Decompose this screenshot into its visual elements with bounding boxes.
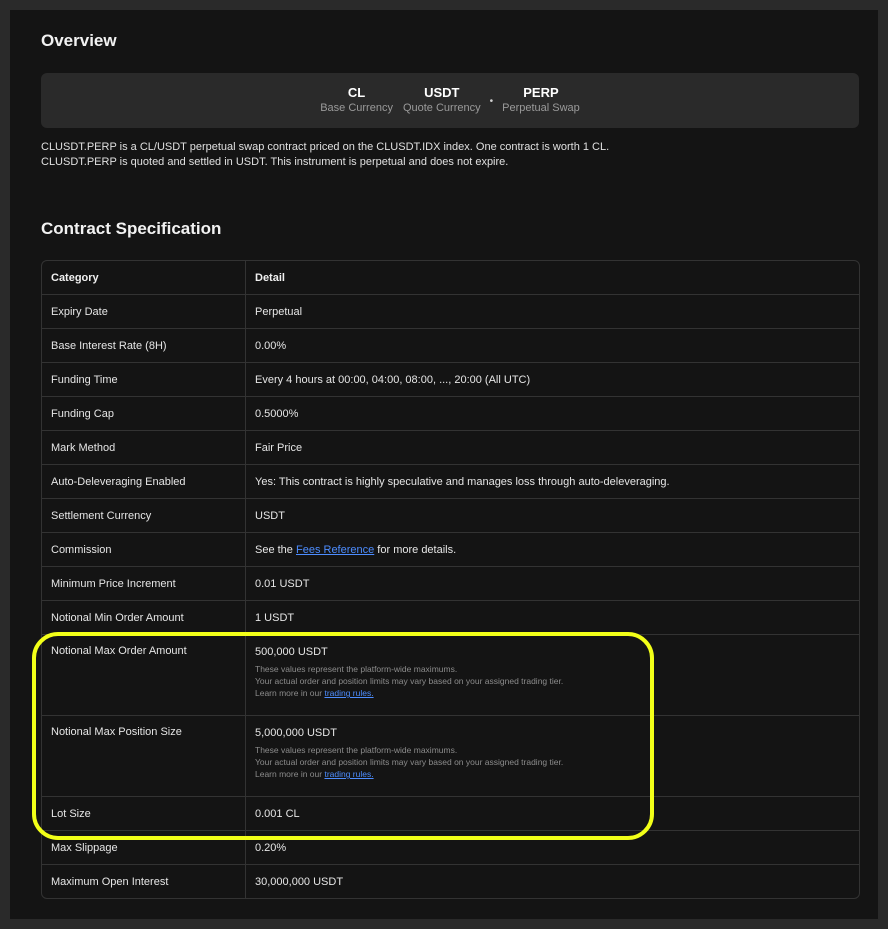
row-category: Mark Method <box>42 431 246 464</box>
max-position-value: 5,000,000 USDT <box>255 727 337 739</box>
row-detail: Fair Price <box>255 441 303 454</box>
table-row: Funding Time Every 4 hours at 00:00, 04:… <box>42 362 859 396</box>
row-detail: 0.01 USDT <box>255 577 310 590</box>
perpetual-swap: PERP Perpetual Swap <box>502 85 580 115</box>
table-row: Mark Method Fair Price <box>42 430 859 464</box>
row-category: Minimum Price Increment <box>42 567 246 600</box>
perpetual-swap-label: Perpetual Swap <box>502 102 580 114</box>
quote-currency-code: USDT <box>424 85 460 100</box>
table-row: Notional Min Order Amount 1 USDT <box>42 600 859 634</box>
row-detail: Yes: This contract is highly speculative… <box>255 475 670 488</box>
table-row: Base Interest Rate (8H) 0.00% <box>42 328 859 362</box>
table-row: Max Slippage 0.20% <box>42 830 859 864</box>
contract-spec-table: Category Detail Expiry Date Perpetual Ba… <box>41 260 860 899</box>
content-panel: Overview CL Base Currency USDT Quote Cur… <box>10 10 878 919</box>
quote-currency: USDT Quote Currency <box>403 85 481 115</box>
row-detail: 1 USDT <box>255 611 295 624</box>
table-header: Category Detail <box>42 261 859 294</box>
limits-note: These values represent the platform-wide… <box>255 744 850 780</box>
note-line: Your actual order and position limits ma… <box>255 757 564 767</box>
row-category: Expiry Date <box>42 295 246 328</box>
note-line: Your actual order and position limits ma… <box>255 676 564 686</box>
row-detail: 0.20% <box>255 841 287 854</box>
quote-currency-label: Quote Currency <box>402 102 481 114</box>
table-row: Funding Cap 0.5000% <box>42 396 859 430</box>
row-detail: 0.5000% <box>255 407 299 420</box>
row-detail: 500,000 USDT These values represent the … <box>246 635 859 715</box>
table-row: Notional Max Position Size 5,000,000 USD… <box>42 715 859 796</box>
table-row: Maximum Open Interest 30,000,000 USDT <box>42 864 859 898</box>
row-detail: USDT <box>255 509 285 522</box>
limits-note: These values represent the platform-wide… <box>255 663 850 699</box>
row-category: Commission <box>42 533 246 566</box>
note-line: Learn more in our <box>255 769 325 779</box>
row-category: Notional Max Order Amount <box>42 635 246 715</box>
separator-dot-icon: • <box>489 96 494 107</box>
commission-prefix: See the <box>255 543 296 556</box>
symbol-summary: CL Base Currency USDT Quote Currency • P… <box>41 73 859 128</box>
row-detail: See the Fees Reference for more details. <box>246 533 859 566</box>
table-row: Notional Max Order Amount 500,000 USDT T… <box>42 634 859 715</box>
row-detail: 5,000,000 USDT These values represent th… <box>246 716 859 796</box>
table-row: Minimum Price Increment 0.01 USDT <box>42 566 859 600</box>
note-line: Learn more in our <box>255 688 325 698</box>
contract-spec-title: Contract Specification <box>41 219 222 238</box>
base-currency: CL Base Currency <box>320 85 393 115</box>
table-row: Expiry Date Perpetual <box>42 294 859 328</box>
table-row: Auto-Deleveraging Enabled Yes: This cont… <box>42 464 859 498</box>
row-category: Maximum Open Interest <box>42 865 246 898</box>
header-category: Category <box>42 261 246 294</box>
description-line: CLUSDT.PERP is quoted and settled in USD… <box>41 156 509 168</box>
table-row: Commission See the Fees Reference for mo… <box>42 532 859 566</box>
max-order-value: 500,000 USDT <box>255 646 328 658</box>
trading-rules-link[interactable]: trading rules. <box>324 769 373 779</box>
row-category: Funding Cap <box>42 397 246 430</box>
table-row: Lot Size 0.001 CL <box>42 796 859 830</box>
header-detail: Detail <box>255 271 285 284</box>
row-category: Base Interest Rate (8H) <box>42 329 246 362</box>
base-currency-label: Base Currency <box>320 102 393 114</box>
row-detail: 0.001 CL <box>255 807 300 820</box>
row-detail: 30,000,000 USDT <box>255 875 344 888</box>
row-detail: Perpetual <box>255 305 303 318</box>
overview-title: Overview <box>41 31 117 50</box>
overview-description: CLUSDT.PERP is a CL/USDT perpetual swap … <box>41 140 841 170</box>
note-line: These values represent the platform-wide… <box>255 745 458 755</box>
fees-reference-link[interactable]: Fees Reference <box>296 544 374 556</box>
row-detail: 0.00% <box>255 339 287 352</box>
table-row: Settlement Currency USDT <box>42 498 859 532</box>
base-currency-code: CL <box>347 85 366 100</box>
row-category: Auto-Deleveraging Enabled <box>42 465 246 498</box>
note-line: These values represent the platform-wide… <box>255 664 458 674</box>
row-category: Settlement Currency <box>42 499 246 532</box>
row-category: Notional Max Position Size <box>42 716 246 796</box>
trading-rules-link[interactable]: trading rules. <box>324 688 373 698</box>
row-category: Notional Min Order Amount <box>42 601 246 634</box>
commission-suffix: for more details. <box>374 543 457 556</box>
row-category: Funding Time <box>42 363 246 396</box>
row-category: Max Slippage <box>42 831 246 864</box>
row-detail: Every 4 hours at 00:00, 04:00, 08:00, ..… <box>255 373 531 386</box>
description-line: CLUSDT.PERP is a CL/USDT perpetual swap … <box>41 141 610 153</box>
row-category: Lot Size <box>42 797 246 830</box>
perpetual-swap-code: PERP <box>523 85 559 100</box>
